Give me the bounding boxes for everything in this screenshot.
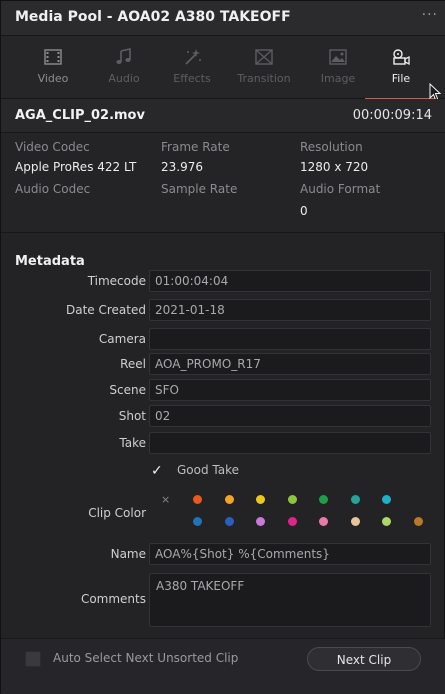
camera-label: Camera — [98, 332, 146, 346]
reel-label: Reel — [120, 357, 146, 371]
metadata-heading: Metadata — [15, 254, 85, 269]
more-options-icon[interactable]: ··· — [422, 7, 438, 23]
clip-color-swatch[interactable] — [382, 517, 391, 526]
tab-file[interactable]: File — [365, 44, 437, 100]
clip-color-swatch[interactable] — [287, 517, 297, 526]
date-created-input[interactable] — [149, 299, 431, 321]
field-scene: Scene — [1, 379, 445, 402]
tab-video-label: Video — [37, 72, 69, 85]
clip-color-swatch[interactable] — [350, 495, 360, 504]
field-camera: Camera — [1, 328, 445, 351]
clip-header: AGA_CLIP_02.mov 00:00:09:14 — [1, 99, 445, 133]
name-input[interactable] — [149, 543, 431, 565]
date-created-label: Date Created — [66, 303, 146, 317]
auto-select-checkbox[interactable] — [25, 651, 41, 667]
clip-color-swatch[interactable] — [319, 517, 328, 526]
frame-rate-value: 23.976 — [161, 160, 203, 174]
clip-color-swatch[interactable] — [319, 495, 328, 504]
take-label: Take — [119, 436, 146, 450]
video-codec-label: Video Codec — [15, 140, 90, 154]
clip-color-swatch[interactable] — [193, 517, 202, 526]
frame-rate-label: Frame Rate — [161, 140, 230, 154]
tab-audio-label: Audio — [108, 72, 140, 85]
tab-transition-label: Transition — [237, 72, 291, 85]
film-icon — [44, 49, 62, 65]
good-take-checkmark-icon[interactable]: ✓ — [151, 464, 165, 478]
resolution-value: 1280 x 720 — [300, 160, 369, 174]
field-name: Name — [1, 543, 445, 566]
shot-input[interactable] — [149, 405, 431, 427]
clip-color-swatch[interactable] — [287, 495, 297, 504]
magic-wand-icon — [185, 49, 201, 65]
field-take: Take — [1, 432, 445, 455]
tab-effects-label: Effects — [173, 72, 211, 85]
clip-duration: 00:00:09:14 — [352, 108, 432, 123]
clip-color-swatch[interactable] — [224, 495, 234, 504]
inspector-tabs: Video Audio Effects Transition Image Fil… — [1, 36, 445, 100]
comments-label: Comments — [80, 592, 146, 606]
clip-color-label: Clip Color — [88, 506, 146, 520]
clip-color-swatch[interactable] — [224, 517, 234, 526]
name-label: Name — [110, 547, 146, 561]
take-input[interactable] — [149, 432, 431, 454]
timecode-input[interactable] — [149, 270, 431, 292]
reel-input[interactable] — [149, 353, 431, 375]
video-codec-value: Apple ProRes 422 LT — [15, 160, 137, 174]
clip-color-swatch[interactable] — [193, 495, 202, 504]
audio-codec-label: Audio Codec — [15, 182, 91, 196]
audio-format-label: Audio Format — [300, 182, 381, 196]
scene-label: Scene — [109, 383, 146, 397]
clip-color-swatch[interactable] — [256, 495, 265, 504]
audio-format-value: 0 — [300, 204, 308, 218]
tab-file-label: File — [391, 72, 411, 85]
clip-color-swatch[interactable] — [256, 517, 265, 526]
clip-color-swatch[interactable] — [382, 495, 391, 504]
clip-color-none-icon[interactable]: × — [161, 494, 170, 505]
resolution-label: Resolution — [300, 140, 363, 154]
field-reel: Reel — [1, 353, 445, 376]
auto-select-label: Auto Select Next Unsorted Clip — [53, 651, 239, 665]
good-take-label: Good Take — [177, 463, 240, 477]
shot-label: Shot — [118, 409, 146, 423]
timecode-label: Timecode — [87, 274, 146, 288]
media-pool-inspector-panel: Media Pool - AOA02 A380 TAKEOFF ··· Vide… — [0, 0, 445, 694]
next-clip-button[interactable]: Next Clip — [307, 647, 421, 671]
camera-input[interactable] — [149, 328, 431, 350]
tab-audio[interactable]: Audio — [94, 44, 154, 94]
transition-icon — [255, 49, 273, 65]
field-date-created: Date Created — [1, 299, 445, 322]
clip-color-swatch[interactable] — [350, 517, 360, 526]
clip-info-grid: Video Codec Apple ProRes 422 LT Frame Ra… — [1, 133, 445, 233]
tab-transition[interactable]: Transition — [234, 44, 294, 94]
panel-title: Media Pool - AOA02 A380 TAKEOFF — [15, 9, 291, 25]
field-shot: Shot — [1, 405, 445, 428]
clip-color-swatch[interactable] — [413, 517, 423, 526]
tab-image[interactable]: Image — [308, 44, 368, 94]
clip-filename: AGA_CLIP_02.mov — [15, 108, 145, 123]
field-timecode: Timecode — [1, 270, 445, 293]
tab-image-label: Image — [320, 72, 356, 85]
image-icon — [329, 49, 347, 65]
sample-rate-label: Sample Rate — [161, 182, 238, 196]
comments-textarea[interactable]: A380 TAKEOFF — [149, 573, 431, 627]
music-note-icon — [116, 48, 131, 64]
tab-video[interactable]: Video — [23, 44, 83, 94]
title-bar: Media Pool - AOA02 A380 TAKEOFF ··· — [1, 1, 445, 36]
metadata-section: Metadata Timecode Date Created Camera Re… — [1, 241, 445, 641]
footer-bar: Auto Select Next Unsorted Clip Next Clip — [1, 638, 445, 694]
tab-effects[interactable]: Effects — [162, 44, 222, 94]
file-reel-icon — [393, 49, 410, 66]
clip-color-swatches: × — [153, 494, 433, 539]
scene-input[interactable] — [149, 379, 431, 401]
